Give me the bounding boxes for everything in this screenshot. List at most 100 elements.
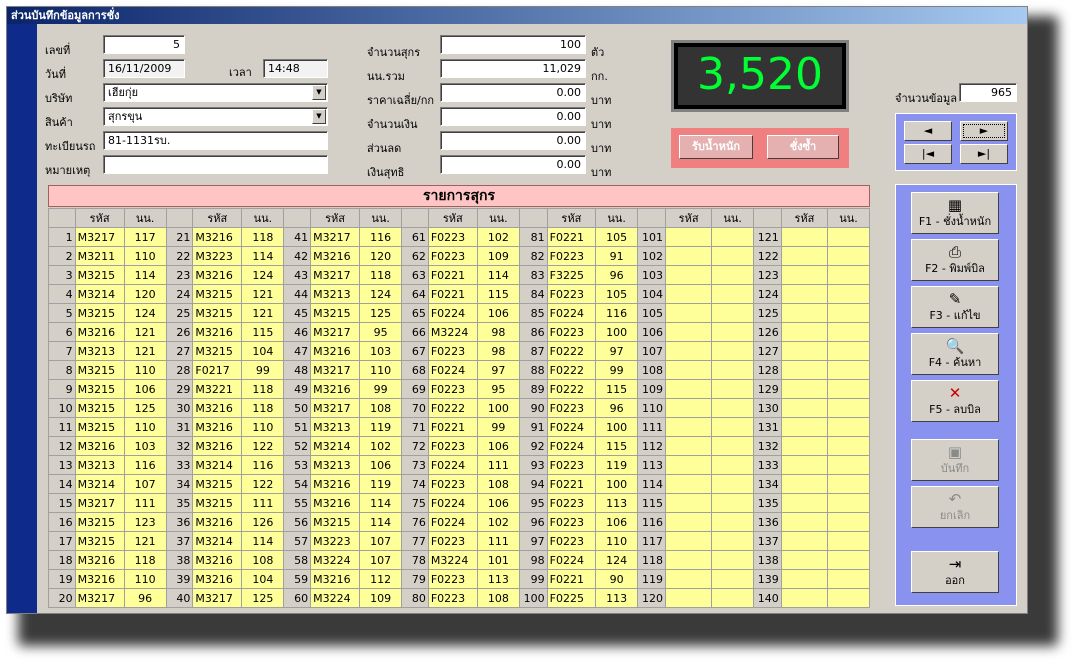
pig-code-cell[interactable]: F0222 [546, 341, 597, 361]
pig-code-cell[interactable]: M3216 [192, 417, 243, 437]
pig-code-cell[interactable] [664, 227, 713, 247]
pig-code-cell[interactable] [780, 284, 829, 304]
pig-code-cell[interactable]: F0223 [546, 512, 597, 532]
pig-code-cell[interactable] [664, 588, 713, 608]
pig-weight-cell[interactable]: 125 [123, 398, 167, 418]
pig-weight-cell[interactable]: 103 [123, 436, 167, 456]
pig-weight-cell[interactable] [827, 569, 870, 589]
pig-code-cell[interactable]: M3216 [192, 550, 243, 570]
pig-code-cell[interactable]: F0223 [546, 455, 597, 475]
pig-weight-cell[interactable]: 118 [241, 379, 285, 399]
pig-code-cell[interactable]: M3215 [192, 341, 243, 361]
pig-code-cell[interactable] [780, 436, 829, 456]
pig-code-cell[interactable]: F0223 [546, 398, 597, 418]
pig-weight-cell[interactable]: 111 [241, 493, 285, 513]
pig-weight-cell[interactable]: 98 [476, 341, 520, 361]
pig-code-cell[interactable]: M3215 [74, 417, 125, 437]
pig-code-cell[interactable]: M3217 [310, 360, 361, 380]
pig-weight-cell[interactable] [711, 417, 755, 437]
pig-code-cell[interactable]: M3224 [427, 322, 478, 342]
pig-code-cell[interactable] [664, 531, 713, 551]
pig-weight-cell[interactable]: 96 [595, 398, 639, 418]
pig-code-cell[interactable] [664, 360, 713, 380]
pig-code-cell[interactable] [664, 265, 713, 285]
pig-code-cell[interactable] [664, 569, 713, 589]
pig-weight-cell[interactable] [827, 474, 870, 494]
pig-weight-cell[interactable]: 99 [241, 360, 285, 380]
pig-weight-cell[interactable]: 116 [595, 303, 639, 323]
discount-field[interactable]: 0.00 [440, 131, 586, 150]
pig-code-cell[interactable]: M3216 [74, 322, 125, 342]
pig-code-cell[interactable] [780, 322, 829, 342]
function-button-4[interactable]: 🔍 F4 - ค้นหา [911, 333, 999, 375]
pig-code-cell[interactable]: M3215 [74, 398, 125, 418]
plate-field[interactable]: 81-1131รบ. [103, 131, 328, 150]
pig-weight-cell[interactable]: 125 [359, 303, 403, 323]
pig-code-cell[interactable] [780, 588, 829, 608]
pig-weight-cell[interactable]: 106 [123, 379, 167, 399]
pig-weight-cell[interactable] [827, 493, 870, 513]
pig-weight-cell[interactable]: 118 [241, 398, 285, 418]
function-button-5[interactable]: ✕ F5 - ลบบิล [911, 380, 999, 422]
pig-weight-cell[interactable]: 115 [476, 284, 520, 304]
function-button-7[interactable]: ↶ ยกเลิก [911, 486, 999, 528]
pig-weight-cell[interactable]: 115 [241, 322, 285, 342]
pig-weight-cell[interactable] [711, 531, 755, 551]
function-button-3[interactable]: ✎ F3 - แก้ไข [911, 286, 999, 328]
pig-weight-cell[interactable]: 121 [123, 322, 167, 342]
pig-code-cell[interactable]: M3214 [310, 436, 361, 456]
pig-weight-cell[interactable]: 124 [123, 303, 167, 323]
pig-code-cell[interactable]: F0223 [546, 284, 597, 304]
chevron-down-icon[interactable]: ▼ [312, 109, 326, 124]
pig-weight-cell[interactable] [827, 379, 870, 399]
pig-code-cell[interactable]: M3217 [74, 493, 125, 513]
pig-weight-cell[interactable]: 96 [123, 588, 167, 608]
pig-code-cell[interactable]: M3216 [310, 474, 361, 494]
pig-code-cell[interactable]: F0224 [427, 360, 478, 380]
pig-code-cell[interactable]: F0223 [427, 341, 478, 361]
net-field[interactable]: 0.00 [440, 155, 586, 174]
pig-weight-cell[interactable] [711, 474, 755, 494]
pig-code-cell[interactable]: F0225 [546, 588, 597, 608]
last-record-button[interactable]: ►| [960, 144, 1008, 164]
pig-code-cell[interactable]: F0224 [546, 303, 597, 323]
pig-code-cell[interactable]: F0217 [192, 360, 243, 380]
pig-code-cell[interactable] [780, 569, 829, 589]
pig-weight-cell[interactable]: 107 [359, 531, 403, 551]
pig-weight-cell[interactable] [711, 512, 755, 532]
pig-code-cell[interactable]: M3215 [74, 265, 125, 285]
pig-code-cell[interactable]: F0224 [546, 417, 597, 437]
pig-code-cell[interactable]: M3216 [192, 322, 243, 342]
pig-code-cell[interactable]: M3215 [310, 303, 361, 323]
pig-weight-cell[interactable] [827, 398, 870, 418]
company-combo[interactable]: เฮียกุ่ย ▼ [103, 83, 328, 102]
pig-code-cell[interactable] [780, 531, 829, 551]
pig-code-cell[interactable]: M3215 [192, 303, 243, 323]
pig-weight-cell[interactable] [711, 246, 755, 266]
note-field[interactable] [103, 155, 328, 174]
time-field[interactable]: 14:48 [263, 59, 328, 78]
pig-code-cell[interactable]: M3216 [74, 436, 125, 456]
pig-code-cell[interactable]: M3215 [74, 379, 125, 399]
pig-code-cell[interactable]: M3216 [310, 493, 361, 513]
pig-code-cell[interactable]: M3215 [192, 474, 243, 494]
pig-code-cell[interactable] [664, 284, 713, 304]
pig-weight-cell[interactable]: 125 [241, 588, 285, 608]
function-button-8[interactable]: ⇥ ออก [911, 551, 999, 593]
pig-weight-cell[interactable]: 110 [123, 360, 167, 380]
pig-weight-cell[interactable] [827, 284, 870, 304]
pig-weight-cell[interactable]: 110 [595, 531, 639, 551]
pig-code-cell[interactable]: M3213 [310, 284, 361, 304]
pig-code-cell[interactable] [664, 303, 713, 323]
pig-code-cell[interactable]: M3216 [74, 569, 125, 589]
pig-weight-cell[interactable]: 114 [241, 246, 285, 266]
pig-count-field[interactable]: 100 [440, 35, 586, 54]
pig-code-cell[interactable]: F0223 [427, 436, 478, 456]
pig-weight-cell[interactable]: 118 [123, 550, 167, 570]
pig-weight-cell[interactable]: 115 [595, 436, 639, 456]
pig-weight-cell[interactable]: 99 [476, 417, 520, 437]
pig-weight-cell[interactable]: 104 [241, 569, 285, 589]
pig-weight-cell[interactable]: 107 [123, 474, 167, 494]
pig-code-cell[interactable]: M3214 [192, 455, 243, 475]
pig-weight-cell[interactable]: 90 [595, 569, 639, 589]
